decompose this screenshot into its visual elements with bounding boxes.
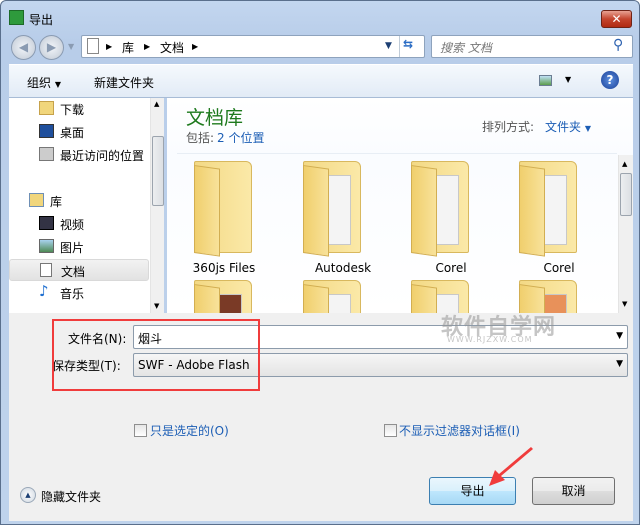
nav-scrollbar[interactable]: ▲ ▼	[150, 98, 164, 313]
scroll-thumb[interactable]	[620, 173, 632, 216]
nav-item-documents[interactable]: 文档	[9, 259, 149, 281]
cancel-button[interactable]: 取消	[532, 477, 615, 505]
includes-locations-link[interactable]: 2 个位置	[217, 129, 264, 146]
arrange-dropdown[interactable]: 文件夹 ▼	[545, 118, 591, 135]
selected-only-checkbox[interactable]	[134, 424, 147, 437]
arrange-label: 排列方式:	[482, 120, 535, 134]
includes-label: 包括:	[186, 131, 215, 145]
search-icon[interactable]: ⚲	[613, 37, 623, 53]
documents-icon	[40, 263, 52, 277]
annotation-arrow	[489, 447, 533, 486]
folder-item[interactable]	[194, 280, 254, 313]
refresh-icon[interactable]: ⇆	[403, 37, 413, 51]
forward-button[interactable]: ▶	[39, 35, 64, 60]
help-icon[interactable]: ?	[601, 71, 619, 89]
new-folder-button[interactable]: 新建文件夹	[94, 74, 154, 91]
export-dialog: 导出 ✕ ◀ ▶ ▼ ▶ 库 ▶ 文档 ▶ ▼ ⇆ 搜索 文档 ⚲ 组织 ▼ 新…	[0, 0, 640, 525]
filename-dropdown-icon: ▼	[616, 331, 623, 341]
library-icon	[29, 193, 44, 207]
back-button[interactable]: ◀	[11, 35, 36, 60]
download-folder-icon	[39, 101, 54, 115]
breadcrumb-separator-icon: ▶	[106, 42, 113, 51]
filetype-dropdown-icon: ▼	[616, 359, 623, 369]
search-box[interactable]: 搜索 文档 ⚲	[431, 35, 633, 58]
breadcrumb-separator-icon: ▶	[144, 42, 151, 51]
recent-pages-chevron-icon[interactable]: ▼	[68, 42, 74, 51]
library-title: 文档库	[186, 107, 244, 129]
search-input[interactable]: 搜索 文档	[440, 39, 492, 56]
nav-item-recent-places[interactable]: 最近访问的位置	[9, 144, 149, 166]
scroll-down-icon: ▼	[622, 300, 628, 308]
hide-folders-button[interactable]: 隐藏文件夹	[41, 488, 101, 505]
navigation-pane: 下载 桌面 最近访问的位置 库 视频 图片 文档 ♪ 音乐 ▲ ▼	[9, 98, 164, 313]
content-pane: 文档库 包括: 2 个位置 排列方式: 文件夹 ▼ 360js Files Au…	[167, 98, 633, 313]
window-title: 导出	[29, 13, 54, 27]
nav-item-downloads[interactable]: 下载	[9, 98, 149, 120]
nav-item-videos[interactable]: 视频	[9, 213, 149, 235]
no-filter-dialog-checkbox[interactable]	[384, 424, 397, 437]
app-icon	[9, 10, 24, 25]
video-icon	[39, 216, 54, 230]
address-dropdown-icon[interactable]: ▼	[385, 41, 392, 51]
nav-item-desktop[interactable]: 桌面	[9, 121, 149, 143]
close-button[interactable]: ✕	[601, 10, 632, 28]
nav-item-pictures[interactable]: 图片	[9, 236, 149, 258]
scroll-up-icon: ▲	[622, 160, 628, 168]
hide-folders-icon[interactable]: ▲	[20, 487, 36, 503]
music-icon: ♪	[39, 282, 49, 300]
desktop-icon	[39, 124, 54, 138]
address-bar[interactable]: ▶ 库 ▶ 文档 ▶ ▼ ⇆	[81, 35, 425, 58]
scroll-up-icon: ▲	[154, 100, 160, 108]
scroll-down-icon: ▼	[154, 302, 160, 310]
breadcrumb-separator-icon[interactable]: ▶	[192, 42, 198, 51]
watermark-url: WWW.RJZXW.COM	[447, 335, 533, 344]
breadcrumb-library[interactable]: 库	[122, 39, 134, 56]
annotation-highlight-box	[52, 319, 260, 391]
recent-places-icon	[39, 147, 54, 161]
selected-only-label[interactable]: 只是选定的(O)	[150, 422, 229, 439]
folder-item[interactable]	[303, 280, 363, 313]
no-filter-dialog-label[interactable]: 不显示过滤器对话框(I)	[399, 424, 520, 438]
nav-item-library[interactable]: 库	[9, 190, 149, 212]
content-scrollbar[interactable]: ▲ ▼	[618, 155, 633, 313]
breadcrumb-documents[interactable]: 文档	[160, 39, 184, 56]
documents-icon	[87, 38, 99, 54]
nav-item-music[interactable]: ♪ 音乐	[9, 282, 149, 304]
view-dropdown-icon[interactable]: ▼	[565, 75, 571, 84]
scroll-thumb[interactable]	[152, 136, 164, 206]
view-icon[interactable]	[539, 75, 552, 86]
toolbar: 组织 ▼ 新建文件夹 ▼ ?	[9, 64, 633, 98]
organize-menu[interactable]: 组织 ▼	[27, 74, 61, 91]
pictures-icon	[39, 239, 54, 253]
